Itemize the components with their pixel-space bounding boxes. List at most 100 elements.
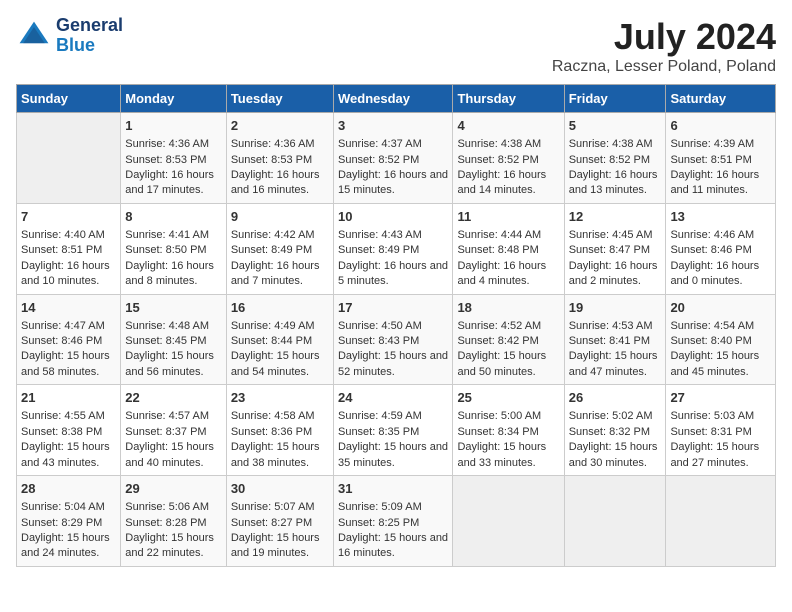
calendar-header-row: SundayMondayTuesdayWednesdayThursdayFrid…: [17, 85, 776, 113]
day-number: 10: [338, 208, 448, 226]
sunset-text: Sunset: 8:52 PM: [338, 154, 419, 166]
calendar-week-row: 7Sunrise: 4:40 AMSunset: 8:51 PMDaylight…: [17, 203, 776, 294]
calendar-day-cell: 2Sunrise: 4:36 AMSunset: 8:53 PMDaylight…: [226, 113, 333, 204]
sunset-text: Sunset: 8:47 PM: [569, 244, 650, 256]
calendar-day-cell: [17, 113, 121, 204]
day-number: 8: [125, 208, 222, 226]
sunset-text: Sunset: 8:46 PM: [670, 244, 751, 256]
calendar-day-cell: 10Sunrise: 4:43 AMSunset: 8:49 PMDayligh…: [333, 203, 452, 294]
sunrise-text: Sunrise: 4:36 AM: [125, 138, 209, 150]
page-title: July 2024: [552, 16, 776, 58]
sunrise-text: Sunrise: 4:44 AM: [457, 229, 541, 241]
sunset-text: Sunset: 8:34 PM: [457, 426, 538, 438]
day-number: 1: [125, 117, 222, 135]
calendar-day-cell: 17Sunrise: 4:50 AMSunset: 8:43 PMDayligh…: [333, 294, 452, 385]
day-number: 31: [338, 480, 448, 498]
sunrise-text: Sunrise: 4:55 AM: [21, 410, 105, 422]
calendar-day-cell: 6Sunrise: 4:39 AMSunset: 8:51 PMDaylight…: [666, 113, 776, 204]
sunset-text: Sunset: 8:45 PM: [125, 335, 206, 347]
logo-text: General Blue: [56, 16, 123, 56]
daylight-text: Daylight: 16 hours and 15 minutes.: [338, 169, 448, 196]
day-number: 30: [231, 480, 329, 498]
calendar-day-cell: 8 Sunrise: 4:41 AM Sunset: 8:50 PM Daylight…: [121, 203, 227, 294]
sunset-text: Sunset: 8:40 PM: [670, 335, 751, 347]
sunrise-text: Sunrise: 4:54 AM: [670, 320, 754, 332]
calendar-day-header: Tuesday: [226, 85, 333, 113]
calendar-day-cell: 19Sunrise: 4:53 AMSunset: 8:41 PMDayligh…: [564, 294, 666, 385]
daylight-text: Daylight: 16 hours and 8 minutes.: [125, 260, 214, 287]
day-number: 22: [125, 389, 222, 407]
sunrise-text: Sunrise: 4:49 AM: [231, 320, 315, 332]
calendar-day-cell: 15Sunrise: 4:48 AMSunset: 8:45 PMDayligh…: [121, 294, 227, 385]
day-number: 20: [670, 299, 771, 317]
day-number: 2: [231, 117, 329, 135]
sunrise-text: Sunrise: 5:04 AM: [21, 501, 105, 513]
sunrise-text: Sunrise: 4:58 AM: [231, 410, 315, 422]
calendar-day-cell: 11Sunrise: 4:44 AMSunset: 8:48 PMDayligh…: [453, 203, 564, 294]
sunset-text: Sunset: 8:41 PM: [569, 335, 650, 347]
sunrise-text: Sunrise: 4:45 AM: [569, 229, 653, 241]
day-number: 6: [670, 117, 771, 135]
daylight-text: Daylight: 16 hours and 14 minutes.: [457, 169, 546, 196]
sunset-text: Sunset: 8:53 PM: [125, 154, 206, 166]
calendar-day-header: Saturday: [666, 85, 776, 113]
sunrise-text: Sunrise: 4:36 AM: [231, 138, 315, 150]
calendar-day-cell: 16Sunrise: 4:49 AMSunset: 8:44 PMDayligh…: [226, 294, 333, 385]
calendar-table: SundayMondayTuesdayWednesdayThursdayFrid…: [16, 84, 776, 567]
sunset-text: Sunset: 8:51 PM: [670, 154, 751, 166]
day-number: 4: [457, 117, 559, 135]
sunrise-text: Sunrise: 4:43 AM: [338, 229, 422, 241]
daylight-text: Daylight: 15 hours and 33 minutes.: [457, 441, 546, 468]
sunrise-text: Sunrise: 4:38 AM: [569, 138, 653, 150]
calendar-week-row: 1 Sunrise: 4:36 AM Sunset: 8:53 PM Daylight…: [17, 113, 776, 204]
sunset-text: Sunset: 8:25 PM: [338, 517, 419, 529]
sunset-text: Sunset: 8:50 PM: [125, 244, 206, 256]
calendar-day-cell: 4Sunrise: 4:38 AMSunset: 8:52 PMDaylight…: [453, 113, 564, 204]
calendar-day-cell: 13Sunrise: 4:46 AMSunset: 8:46 PMDayligh…: [666, 203, 776, 294]
sunrise-text: Sunrise: 4:53 AM: [569, 320, 653, 332]
sunrise-text: Sunrise: 4:37 AM: [338, 138, 422, 150]
calendar-day-cell: [564, 476, 666, 567]
daylight-text: Daylight: 16 hours and 4 minutes.: [457, 260, 546, 287]
calendar-body: 1 Sunrise: 4:36 AM Sunset: 8:53 PM Daylight…: [17, 113, 776, 567]
day-number: 7: [21, 208, 116, 226]
calendar-day-cell: 5Sunrise: 4:38 AMSunset: 8:52 PMDaylight…: [564, 113, 666, 204]
daylight-text: Daylight: 16 hours and 11 minutes.: [670, 169, 759, 196]
daylight-text: Daylight: 16 hours and 17 minutes.: [125, 169, 214, 196]
calendar-week-row: 21Sunrise: 4:55 AMSunset: 8:38 PMDayligh…: [17, 385, 776, 476]
day-number: 25: [457, 389, 559, 407]
calendar-week-row: 14Sunrise: 4:47 AMSunset: 8:46 PMDayligh…: [17, 294, 776, 385]
daylight-text: Daylight: 15 hours and 19 minutes.: [231, 532, 320, 559]
daylight-text: Daylight: 16 hours and 10 minutes.: [21, 260, 110, 287]
calendar-day-cell: 24Sunrise: 4:59 AMSunset: 8:35 PMDayligh…: [333, 385, 452, 476]
calendar-day-cell: 18Sunrise: 4:52 AMSunset: 8:42 PMDayligh…: [453, 294, 564, 385]
sunrise-text: Sunrise: 4:46 AM: [670, 229, 754, 241]
daylight-text: Daylight: 15 hours and 40 minutes.: [125, 441, 214, 468]
sunrise-text: Sunrise: 5:06 AM: [125, 501, 209, 513]
day-number: 14: [21, 299, 116, 317]
sunset-text: Sunset: 8:43 PM: [338, 335, 419, 347]
daylight-text: Daylight: 16 hours and 5 minutes.: [338, 260, 448, 287]
day-number: 18: [457, 299, 559, 317]
day-number: 29: [125, 480, 222, 498]
daylight-text: Daylight: 15 hours and 22 minutes.: [125, 532, 214, 559]
day-number: 28: [21, 480, 116, 498]
sunset-text: Sunset: 8:38 PM: [21, 426, 102, 438]
daylight-text: Daylight: 15 hours and 50 minutes.: [457, 350, 546, 377]
calendar-day-header: Friday: [564, 85, 666, 113]
calendar-day-cell: 12Sunrise: 4:45 AMSunset: 8:47 PMDayligh…: [564, 203, 666, 294]
sunset-text: Sunset: 8:52 PM: [569, 154, 650, 166]
sunrise-text: Sunrise: 4:57 AM: [125, 410, 209, 422]
calendar-day-cell: 25Sunrise: 5:00 AMSunset: 8:34 PMDayligh…: [453, 385, 564, 476]
day-number: 16: [231, 299, 329, 317]
daylight-text: Daylight: 15 hours and 16 minutes.: [338, 532, 448, 559]
sunrise-text: Sunrise: 4:41 AM: [125, 229, 209, 241]
calendar-day-cell: 22Sunrise: 4:57 AMSunset: 8:37 PMDayligh…: [121, 385, 227, 476]
calendar-day-cell: 30Sunrise: 5:07 AMSunset: 8:27 PMDayligh…: [226, 476, 333, 567]
sunset-text: Sunset: 8:53 PM: [231, 154, 312, 166]
calendar-day-cell: 14Sunrise: 4:47 AMSunset: 8:46 PMDayligh…: [17, 294, 121, 385]
page-subtitle: Raczna, Lesser Poland, Poland: [552, 58, 776, 76]
calendar-day-cell: 28Sunrise: 5:04 AMSunset: 8:29 PMDayligh…: [17, 476, 121, 567]
sunset-text: Sunset: 8:52 PM: [457, 154, 538, 166]
day-number: 9: [231, 208, 329, 226]
